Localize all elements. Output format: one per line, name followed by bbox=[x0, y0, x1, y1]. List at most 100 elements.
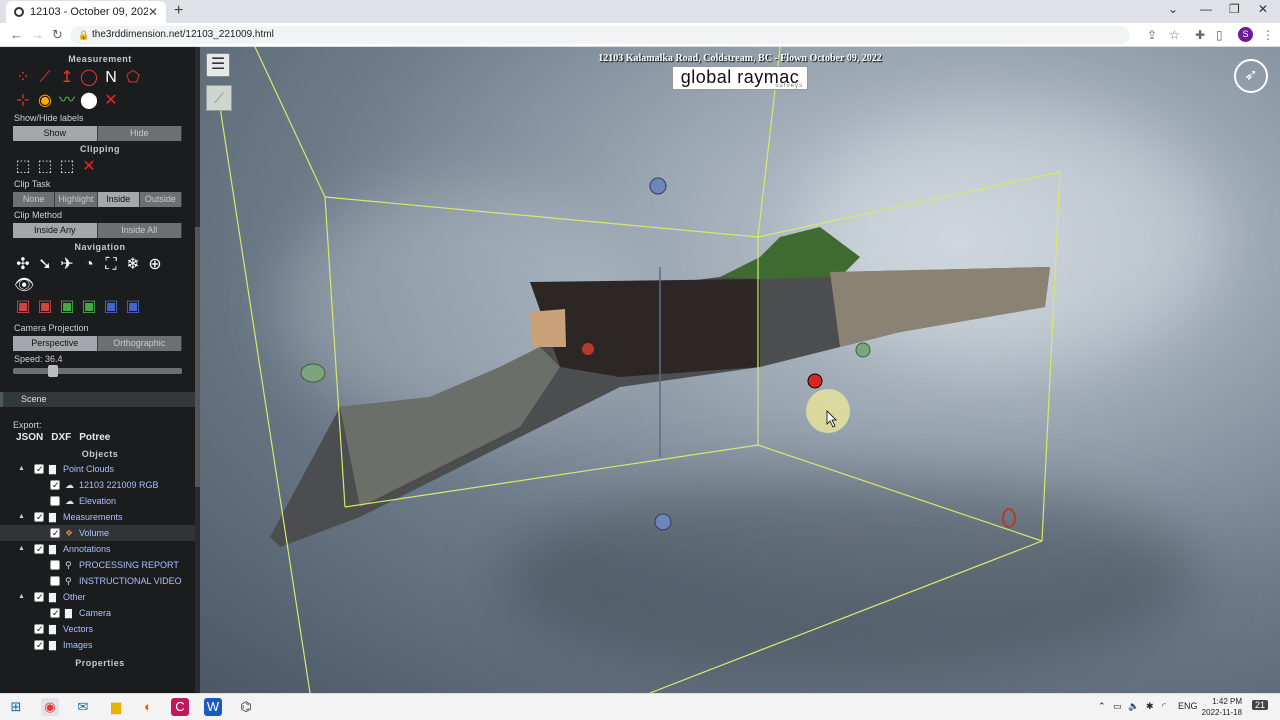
visibility-checkbox[interactable] bbox=[34, 461, 44, 477]
app-taskbar-icon[interactable]: C bbox=[171, 698, 189, 716]
clip-handle-left[interactable] bbox=[300, 363, 326, 383]
expand-arrow-icon[interactable]: ▲ bbox=[18, 541, 25, 557]
remove-clipping-icon[interactable]: ✕ bbox=[80, 157, 98, 177]
forward-icon[interactable]: → bbox=[31, 27, 44, 42]
close-window-icon[interactable]: ✕ bbox=[1258, 2, 1268, 16]
orthographic-button[interactable]: Orthographic bbox=[97, 336, 182, 351]
speed-slider[interactable] bbox=[13, 365, 182, 377]
tree-item[interactable]: ▲ ▇ Annotations bbox=[0, 541, 200, 557]
back-view-icon[interactable]: ▣ bbox=[80, 297, 98, 317]
wifi-icon[interactable]: ◜ bbox=[1162, 701, 1166, 712]
clip-handle-back[interactable] bbox=[807, 373, 823, 389]
bookmark-star-icon[interactable]: ☆ bbox=[1169, 28, 1180, 42]
word-taskbar-icon[interactable]: W bbox=[204, 698, 222, 716]
inside-all-button[interactable]: Inside All bbox=[97, 223, 182, 238]
side-panel-icon[interactable]: ▯ bbox=[1216, 28, 1223, 42]
back-icon[interactable]: ← bbox=[10, 27, 23, 42]
fly-controls-icon[interactable]: ➘ bbox=[36, 255, 54, 275]
volume-measure-icon[interactable]: ◉ bbox=[36, 91, 54, 111]
visibility-checkbox[interactable] bbox=[34, 637, 44, 653]
app2-taskbar-icon[interactable]: ⌬ bbox=[237, 698, 255, 716]
clip-task-inside-button[interactable]: Inside bbox=[97, 192, 140, 207]
tree-item[interactable]: ☁ 12103 221009 RGB bbox=[0, 477, 200, 493]
tree-item[interactable]: ▇ Camera bbox=[0, 605, 200, 621]
distance-measure-icon[interactable]: ⟋ bbox=[36, 68, 54, 88]
compass-toggle-icon[interactable]: ⊕ bbox=[146, 255, 164, 275]
export-json-button[interactable]: JSON bbox=[16, 431, 43, 445]
bluetooth-icon[interactable]: ✱ bbox=[1146, 701, 1154, 712]
tree-item[interactable]: ▇ Images bbox=[0, 637, 200, 653]
outlook-taskbar-icon[interactable]: ✉ bbox=[74, 698, 92, 716]
battery-icon[interactable]: ▭ bbox=[1113, 701, 1122, 712]
visibility-checkbox[interactable] bbox=[34, 541, 44, 557]
earth-controls-icon[interactable]: ✣ bbox=[14, 255, 32, 275]
scene-header[interactable]: Scene bbox=[0, 392, 195, 407]
eye-icon[interactable]: 👁 bbox=[14, 276, 34, 296]
tree-item[interactable]: ☁ Elevation bbox=[0, 493, 200, 509]
reload-icon[interactable]: ↻ bbox=[52, 27, 63, 43]
bottom-view-icon[interactable]: ▣ bbox=[124, 297, 142, 317]
tree-item[interactable]: ❖ Volume bbox=[0, 525, 195, 541]
point-measure-icon[interactable]: ⁘ bbox=[14, 68, 32, 88]
compass-icon[interactable]: ➶ bbox=[1234, 59, 1268, 93]
browser-tab[interactable]: 12103 - October 09, 2022 ✕ bbox=[6, 1, 166, 23]
hide-button[interactable]: Hide bbox=[97, 126, 182, 141]
profile-avatar[interactable]: S bbox=[1238, 27, 1253, 42]
tab-close-icon[interactable]: ✕ bbox=[148, 5, 158, 19]
show-button[interactable]: Show bbox=[13, 126, 98, 141]
extensions-icon[interactable]: ✚ bbox=[1195, 28, 1205, 42]
rotation-handle[interactable] bbox=[1002, 508, 1016, 528]
tree-item[interactable]: ▲ ▇ Other bbox=[0, 589, 200, 605]
clip-handle-top[interactable] bbox=[649, 177, 667, 195]
url-input[interactable]: 🔒 the3rddimension.net/12103_221009.html bbox=[70, 26, 1130, 44]
tree-item[interactable]: ▲ ▇ Point Clouds bbox=[0, 461, 200, 477]
expand-arrow-icon[interactable]: ▲ bbox=[18, 589, 25, 605]
clip-volume-icon[interactable]: ⬚ bbox=[14, 157, 32, 177]
firefox-taskbar-icon[interactable]: ◐ bbox=[139, 698, 157, 716]
restore-icon[interactable]: ❐ bbox=[1229, 2, 1240, 16]
visibility-checkbox[interactable] bbox=[50, 576, 60, 586]
windows-start-icon[interactable]: ⊞ bbox=[7, 698, 25, 716]
export-dxf-button[interactable]: DXF bbox=[51, 431, 71, 445]
angle-measure-icon[interactable]: ⊹ bbox=[14, 91, 32, 111]
tree-item[interactable]: ⚲ PROCESSING REPORT bbox=[0, 557, 200, 573]
file-explorer-icon[interactable]: ▆ bbox=[107, 698, 125, 716]
map-toggle-icon[interactable]: ⟋ bbox=[206, 85, 232, 111]
front-view-icon[interactable]: ▣ bbox=[58, 297, 76, 317]
tree-item[interactable]: ⚲ INSTRUCTIONAL VIDEO bbox=[0, 573, 200, 589]
visibility-checkbox[interactable] bbox=[34, 589, 44, 605]
visibility-checkbox[interactable] bbox=[50, 560, 60, 570]
system-clock[interactable]: 1:42 PM 2022-11-18 bbox=[1196, 696, 1242, 718]
clip-task-none-button[interactable]: None bbox=[13, 192, 56, 207]
orbit-controls-icon[interactable]: ◔ bbox=[80, 255, 98, 275]
tree-item[interactable]: ▲ ▇ Measurements bbox=[0, 509, 200, 525]
visibility-checkbox[interactable] bbox=[34, 621, 44, 637]
volume-icon[interactable]: 🔈 bbox=[1128, 701, 1139, 712]
speed-slider-handle[interactable] bbox=[47, 365, 58, 377]
visibility-checkbox[interactable] bbox=[50, 605, 60, 621]
notification-badge[interactable]: 21 bbox=[1252, 700, 1269, 710]
clip-handle-right[interactable] bbox=[855, 342, 871, 358]
expand-arrow-icon[interactable]: ▲ bbox=[18, 509, 25, 525]
expand-arrow-icon[interactable]: ▲ bbox=[18, 461, 25, 477]
tab-search-icon[interactable]: ⌄ bbox=[1168, 2, 1178, 16]
visibility-checkbox[interactable] bbox=[50, 496, 60, 506]
circle-measure-icon[interactable]: ◯ bbox=[80, 68, 98, 88]
chrome-taskbar-icon[interactable]: ◉ bbox=[41, 698, 59, 716]
clip-task-highlight-button[interactable]: Highlight bbox=[55, 192, 98, 207]
clip-task-outside-button[interactable]: Outside bbox=[139, 192, 182, 207]
chrome-menu-icon[interactable]: ⋮ bbox=[1262, 28, 1274, 42]
right-view-icon[interactable]: ▣ bbox=[36, 297, 54, 317]
clip-box-icon[interactable]: ⬚ bbox=[58, 157, 76, 177]
3d-viewport[interactable]: 12103 Kalamalka Road, Coldstream, BC - F… bbox=[200, 47, 1280, 693]
perspective-button[interactable]: Perspective bbox=[13, 336, 98, 351]
tray-chevron-icon[interactable]: ⌃ bbox=[1098, 701, 1106, 712]
focus-icon[interactable]: ⛶ bbox=[102, 255, 120, 275]
helicopter-controls-icon[interactable]: ✈ bbox=[58, 255, 76, 275]
area-measure-icon[interactable]: ⬠ bbox=[124, 68, 142, 88]
menu-toggle-icon[interactable]: ☰ bbox=[206, 53, 230, 77]
top-view-icon[interactable]: ▣ bbox=[102, 297, 120, 317]
annotation-icon[interactable]: ⬤ bbox=[80, 91, 98, 111]
visibility-checkbox[interactable] bbox=[50, 525, 60, 541]
tree-item[interactable]: ▇ Vectors bbox=[0, 621, 200, 637]
